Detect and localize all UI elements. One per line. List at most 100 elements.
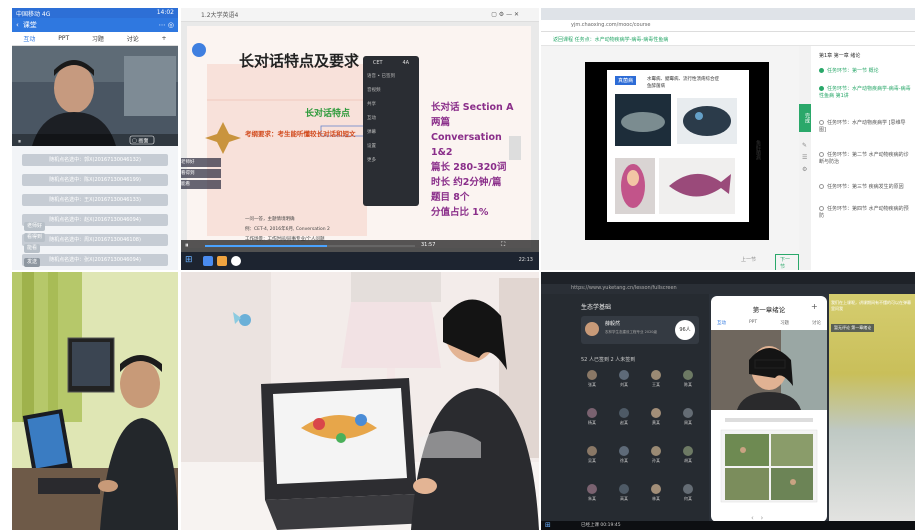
list-item[interactable]: 吴某 xyxy=(579,446,605,464)
progress-track[interactable] xyxy=(205,245,415,247)
avatar xyxy=(683,484,693,494)
list-item[interactable]: 徐某 xyxy=(611,446,637,464)
app-icon[interactable] xyxy=(203,256,213,266)
avatar xyxy=(587,484,597,494)
status-dot-icon xyxy=(819,152,824,157)
tab-discussion[interactable]: 讨论 xyxy=(127,34,139,43)
app-icon[interactable] xyxy=(231,256,241,266)
outline-label: 任务环节：水产动物疾病学-病毒-病毒性鱼病 第1讲 xyxy=(819,86,911,99)
phone-nav-bar: ‹ 课堂 ⋯ ◎ xyxy=(12,18,178,32)
avatar xyxy=(683,446,693,456)
tab-interact[interactable]: 互动 xyxy=(23,34,35,43)
avatar xyxy=(651,408,661,418)
slide-right-line: 题目 8个 xyxy=(431,192,470,203)
avatar xyxy=(587,408,597,418)
outline-item[interactable]: 任务环节：第二节 水产动物疾病的诊断与防治 xyxy=(819,152,911,166)
outline-label: 任务环节：水产动物疾病学 [思维导图] xyxy=(819,120,906,133)
app-icon[interactable] xyxy=(217,256,227,266)
complete-button[interactable]: 完成 xyxy=(799,104,811,132)
list-item[interactable]: 胡某 xyxy=(675,446,701,464)
popup-row[interactable]: 语音 • 已签到 xyxy=(367,70,415,84)
send-button[interactable]: 发送 xyxy=(24,258,41,267)
list-item[interactable]: 周某 xyxy=(675,408,701,426)
list-item[interactable]: 朱某 xyxy=(579,484,605,502)
prev-link[interactable]: 上一节 xyxy=(741,256,756,263)
list-item[interactable]: 孙某 xyxy=(643,446,669,464)
slide-card: 真菌病 水霉病、鳃霉病、流行性溃疡综合症 鱼醉菌病 鱼醉菌病 xyxy=(607,70,761,222)
address-bar[interactable]: https://www.yuketang.cn/lesson/fullscree… xyxy=(541,284,915,294)
student-name: 陈某 xyxy=(684,382,692,387)
phone-status-bar: 中国移动 4G 14:02 xyxy=(12,8,178,18)
session-timer: 已经上课 00:19:45 xyxy=(581,523,621,528)
list-item[interactable]: 赵某 xyxy=(611,408,637,426)
settings-icon[interactable]: ⚙ xyxy=(802,164,807,176)
teacher-note: 我们在上课呢，讲课期间有不懂的可以在弹幕里问我 xyxy=(831,300,911,311)
windows-start-icon[interactable]: ⊞ xyxy=(545,521,551,529)
list-item[interactable]: 杨某 xyxy=(579,408,605,426)
windows-taskbar: ⊞ 已经上课 00:19:45 xyxy=(541,521,915,530)
outline-item[interactable]: 任务环节：第三节 疾病发生的原因 xyxy=(819,184,911,191)
comment-chip: 暂无评论 第一章绪论 xyxy=(831,324,875,332)
taskbar-clock: 22:13 xyxy=(518,257,533,263)
back-icon[interactable]: ‹ xyxy=(16,21,19,29)
list-item[interactable]: 王某 xyxy=(643,370,669,388)
avatar xyxy=(683,370,693,380)
progress-fill xyxy=(205,245,327,247)
address-bar[interactable]: yjm.chaoxing.com/mooc/course xyxy=(541,20,915,32)
tab-exercise[interactable]: 习题 xyxy=(92,34,104,43)
list-item[interactable]: 何某 xyxy=(675,484,701,502)
teacher-name: 薛毅然 xyxy=(605,321,621,327)
outline-item[interactable]: 任务环节：水产动物疾病学 [思维导图] xyxy=(819,120,911,134)
outline-item[interactable]: 任务环节：第一节 概论 xyxy=(819,68,911,75)
student-home-photo xyxy=(12,272,178,530)
tab-ppt[interactable]: PPT xyxy=(749,320,757,326)
outline-item[interactable]: 任务环节：水产动物疾病学-病毒-病毒性鱼病 第1讲 xyxy=(819,86,911,100)
list-item[interactable]: 林某 xyxy=(643,484,669,502)
svg-text:▢ 画面: ▢ 画面 xyxy=(132,138,148,144)
chat-bubble: 能看 xyxy=(181,180,221,189)
popup-row[interactable]: 共享 xyxy=(367,98,415,112)
tab-exercise[interactable]: 习题 xyxy=(780,320,789,326)
popup-row[interactable]: 互动 xyxy=(367,112,415,126)
student-name: 刘某 xyxy=(620,382,628,387)
student-name: 赵某 xyxy=(620,420,628,425)
slide-title: 长对话特点及要求 xyxy=(239,52,360,70)
list-item[interactable]: 高某 xyxy=(611,484,637,502)
popup-row[interactable]: 弹幕 xyxy=(367,126,415,140)
add-icon[interactable]: + xyxy=(162,35,167,42)
add-icon[interactable]: + xyxy=(811,302,818,311)
next-button[interactable]: 下一节 xyxy=(775,254,799,270)
teacher-video[interactable]: ⏸ ▢ 画面 xyxy=(12,46,178,146)
photo-scene xyxy=(181,272,539,530)
popup-row[interactable]: 更多 xyxy=(367,154,415,168)
tab-discussion[interactable]: 讨论 xyxy=(812,320,821,326)
list-item[interactable]: 刘某 xyxy=(611,370,637,388)
popup-row[interactable]: 设置 xyxy=(367,140,415,154)
fullscreen-icon[interactable]: ⛶ xyxy=(501,241,505,249)
left-chat-overlay: 老师好 看得到 能看 xyxy=(181,158,221,189)
outline-item[interactable]: 任务环节：第四节 水产动物疾病的预防 xyxy=(819,206,911,220)
list-item[interactable]: 陈某 xyxy=(675,370,701,388)
note-icon[interactable]: ✎ xyxy=(802,140,807,152)
windows-start-icon[interactable]: ⊞ xyxy=(185,255,193,265)
pause-icon[interactable]: ⏸ xyxy=(185,241,189,250)
course-breadcrumb[interactable]: 返回课程 任务点：水产动物疾病学-病毒-病毒性鱼病 xyxy=(541,32,915,46)
slide-tag: 长对话特点 xyxy=(305,109,351,119)
chat-icon[interactable]: ☰ xyxy=(802,152,807,164)
student-name: 杨某 xyxy=(588,420,596,425)
list-item[interactable]: 黄某 xyxy=(643,408,669,426)
student-name: 王某 xyxy=(652,382,660,387)
slide-right-line: 分值占比 1% xyxy=(431,207,489,218)
popup-row[interactable]: 音视频 xyxy=(367,84,415,98)
student-name: 周某 xyxy=(684,420,692,425)
list-item[interactable]: 张某 xyxy=(579,370,605,388)
phone-classroom-panel: 中国移动 4G 14:02 ‹ 课堂 ⋯ ◎ 互动 PPT 习题 讨论 + ⏸ … xyxy=(12,8,178,270)
tab-interact[interactable]: 互动 xyxy=(717,320,726,326)
avatar xyxy=(619,484,629,494)
avatar xyxy=(683,408,693,418)
photo-scene xyxy=(12,272,178,530)
tab-ppt[interactable]: PPT xyxy=(58,35,69,42)
window-controls-icon[interactable]: ▢ ⚙ — ✕ xyxy=(491,11,519,18)
slide-right-line: 篇长 280-320词 xyxy=(431,162,507,173)
more-icon[interactable]: ⋯ ◎ xyxy=(159,21,174,29)
